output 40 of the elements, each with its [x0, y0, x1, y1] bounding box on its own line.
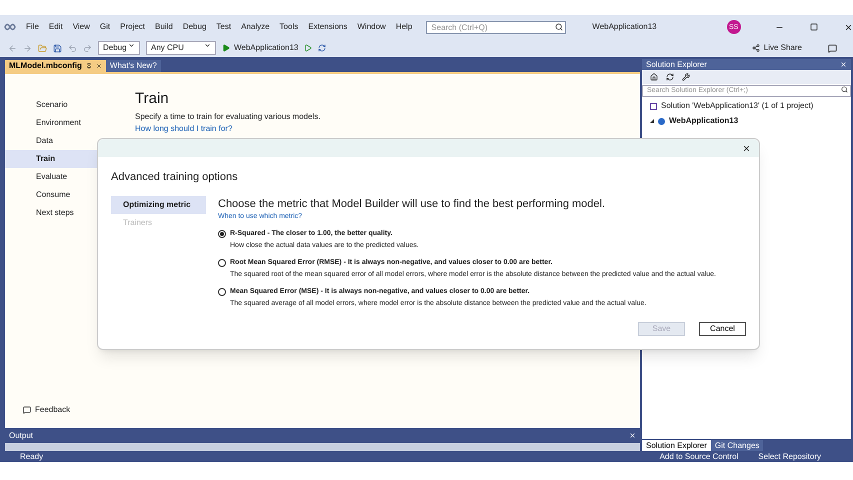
help-link[interactable]: How long should I train for? [135, 122, 320, 134]
panel-title: Output [9, 430, 34, 442]
dialog-heading: Choose the metric that Model Builder will use to find the best performing model. [218, 196, 606, 212]
panel-tab[interactable]: Git Changes [710, 440, 764, 451]
menu-item[interactable]: View [72, 21, 90, 33]
status-item[interactable]: Add to Source Control [660, 450, 738, 462]
status-item[interactable]: Select Repository [758, 450, 821, 462]
status-text: Ready [20, 450, 44, 462]
menu-item[interactable]: Tools [280, 21, 298, 33]
search-field[interactable]: Search (Ctrl+Q) [426, 20, 566, 34]
menu-item[interactable]: Extensions [308, 21, 348, 33]
menu-item[interactable]: Edit [48, 21, 63, 33]
dialog-tab[interactable]: Optimizing metric [111, 196, 206, 214]
menu-item[interactable]: Window [357, 21, 386, 33]
platform-dropdown[interactable]: Any CPU [146, 41, 216, 55]
menu-item[interactable]: Build [155, 21, 173, 33]
tree-item[interactable]: Solution 'WebApplication13' (1 of 1 project) [642, 100, 851, 112]
document-tab[interactable]: What's New? [106, 60, 161, 72]
step-item[interactable]: Environment [5, 114, 115, 132]
menu-item[interactable]: Project [120, 21, 146, 33]
step-item[interactable]: Scenario [5, 96, 115, 114]
page-title: Train [135, 89, 170, 109]
live-share-button[interactable]: Live Share [752, 42, 802, 54]
feedback-link[interactable]: Feedback [35, 404, 70, 416]
dialog-title: Advanced training options [111, 170, 239, 185]
menu-item[interactable]: File [26, 21, 39, 33]
tree-item[interactable]: WebApplication13 [642, 115, 851, 127]
page-description: Specify a time to train for evaluating various models. [135, 110, 320, 122]
menu-item[interactable]: Test [216, 21, 232, 33]
run-button[interactable]: WebApplication13 [222, 42, 298, 54]
menu-item[interactable]: Analyze [241, 21, 270, 33]
panel-tab[interactable]: Solution Explorer [642, 440, 711, 451]
menu-item[interactable]: Debug [182, 21, 206, 33]
panel-title: Solution Explorer [646, 58, 707, 70]
window-title: WebApplication13 [592, 21, 657, 33]
menu-item[interactable]: Git [100, 21, 110, 33]
configuration-dropdown[interactable]: Debug [98, 41, 140, 55]
menu-item[interactable]: Help [396, 21, 412, 33]
dialog-button[interactable]: Cancel [699, 322, 746, 336]
document-tab[interactable]: MLModel.mbconfig [5, 60, 106, 72]
